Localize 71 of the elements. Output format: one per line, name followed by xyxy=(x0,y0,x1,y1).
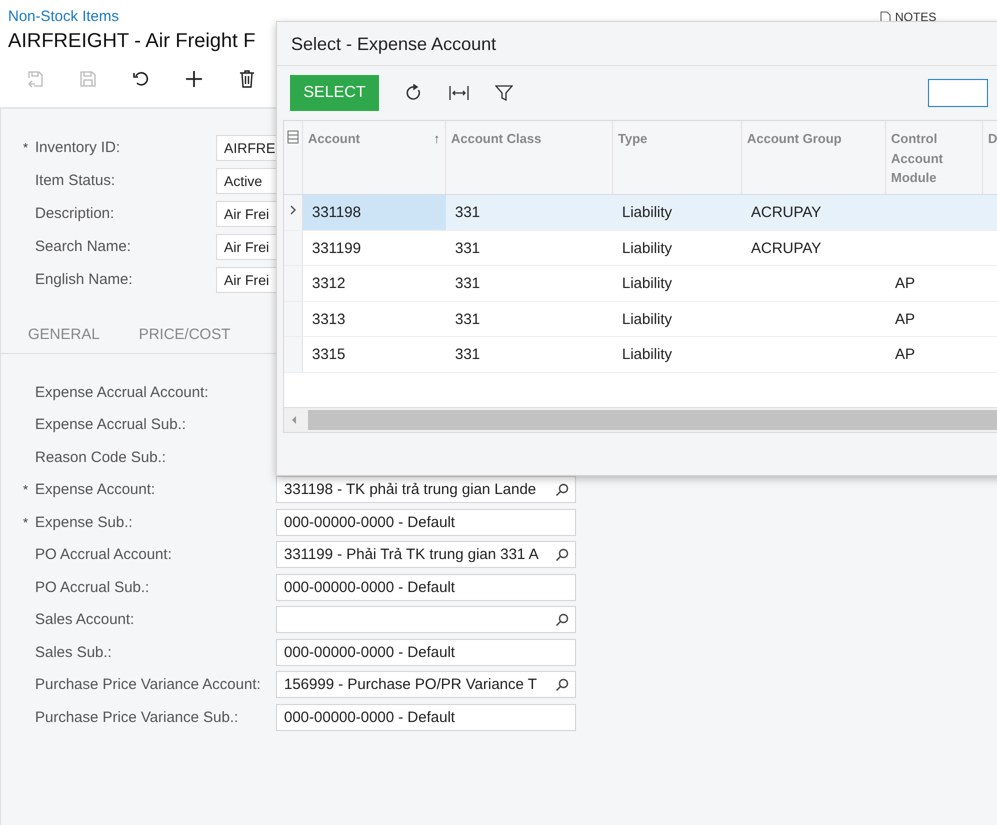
field-label: Inventory ID: xyxy=(35,139,122,156)
notes-link[interactable]: NOTES xyxy=(895,10,936,24)
breadcrumb-link[interactable]: Non-Stock Items xyxy=(8,8,119,25)
fit-width-icon[interactable] xyxy=(449,85,469,101)
column-settings-icon[interactable] xyxy=(287,130,299,144)
field-label: Item Status: xyxy=(35,172,116,189)
table-cell: 331 xyxy=(455,204,480,221)
lookup-field[interactable]: 156999 - Purchase PO/PR Variance T xyxy=(276,671,576,698)
search-icon[interactable] xyxy=(555,548,569,562)
field-label: Expense Accrual Sub.: xyxy=(35,416,187,434)
search-icon[interactable] xyxy=(555,612,569,627)
field-label: Sales Account: xyxy=(35,611,136,628)
table-cell: Liability xyxy=(622,204,672,221)
refresh-icon[interactable] xyxy=(405,84,423,102)
table-cell: 3315 xyxy=(312,346,346,363)
input-field[interactable]: 000-00000-0000 - Default xyxy=(276,508,576,536)
table-cell: 3312 xyxy=(312,275,346,292)
field-label: Sales Sub.: xyxy=(35,644,113,661)
field-label: Expense Sub.: xyxy=(35,514,134,531)
filter-icon[interactable] xyxy=(495,84,513,102)
page-title: AIRFREIGHT - Air Freight F xyxy=(8,30,256,53)
table-row[interactable]: 3313 331 Liability AP xyxy=(284,302,997,337)
table-cell: 3313 xyxy=(312,310,346,328)
lookup-field[interactable]: 331199 - Phải Trả TK trung gian 331 A xyxy=(276,541,576,568)
table-row[interactable]: 331198 331 Liability ACRUPAY xyxy=(284,195,997,230)
search-field[interactable] xyxy=(928,79,988,107)
table-cell: AP xyxy=(895,310,916,328)
table-cell: Liability xyxy=(622,275,672,292)
table-cell: Liability xyxy=(622,310,672,328)
input-field[interactable]: 000-00000-0000 - Default xyxy=(276,574,576,601)
dialog-title: Select - Expense Account xyxy=(277,22,997,66)
field-label: Search Name: xyxy=(35,238,132,255)
table-row[interactable]: 331199 331 Liability ACRUPAY xyxy=(284,230,997,266)
field-label: Purchase Price Variance Account: xyxy=(35,676,262,694)
plus-icon xyxy=(184,69,204,89)
table-cell: 331199 xyxy=(312,240,361,256)
required-mark: * xyxy=(23,514,28,530)
table-row[interactable]: 3315 331 Liability AP xyxy=(284,337,997,372)
field-label: Description: xyxy=(35,205,116,222)
table-cell: 331 xyxy=(455,275,480,292)
field-label: Purchase Price Variance Sub.: xyxy=(35,708,240,726)
table-cell: AP xyxy=(895,346,916,363)
search-icon[interactable] xyxy=(555,482,569,497)
scrollbar-thumb[interactable] xyxy=(308,410,997,430)
chevron-icon xyxy=(289,204,297,216)
table-cell: AP xyxy=(895,275,916,292)
table-row[interactable]: 3312 331 Liability AP xyxy=(284,266,997,302)
table-cell: 331 xyxy=(455,310,480,328)
input-field[interactable]: 000-00000-0000 - Default xyxy=(276,638,576,666)
search-icon[interactable] xyxy=(555,678,569,692)
lookup-field[interactable]: 331198 - TK phải trả trung gian Lande xyxy=(276,476,576,504)
sort-arrow-icon: ↑ xyxy=(434,129,440,148)
table-cell: 331 xyxy=(455,240,480,256)
table-cell: ACRUPAY xyxy=(751,204,822,221)
field-label: PO Accrual Account: xyxy=(35,546,173,564)
table-cell: Liability xyxy=(622,346,672,363)
column-header[interactable]: Account ↑ xyxy=(303,121,446,194)
field-label: PO Accrual Sub.: xyxy=(35,578,150,596)
table-cell: 331 xyxy=(455,346,480,363)
table-cell: Liability xyxy=(622,240,672,256)
field-label: Expense Accrual Account: xyxy=(35,384,210,401)
lookup-field[interactable] xyxy=(276,606,576,634)
table-cell: ACRUPAY xyxy=(751,240,822,256)
save-icon xyxy=(78,69,98,89)
input-field[interactable]: 000-00000-0000 - Default xyxy=(276,704,576,731)
field-label: Expense Account: xyxy=(35,481,156,498)
field-label: Reason Code Sub.: xyxy=(35,448,167,466)
required-mark: * xyxy=(23,140,28,155)
table-cell: 331198 xyxy=(312,204,361,221)
field-label: English Name: xyxy=(35,271,134,288)
required-mark: * xyxy=(23,482,28,498)
